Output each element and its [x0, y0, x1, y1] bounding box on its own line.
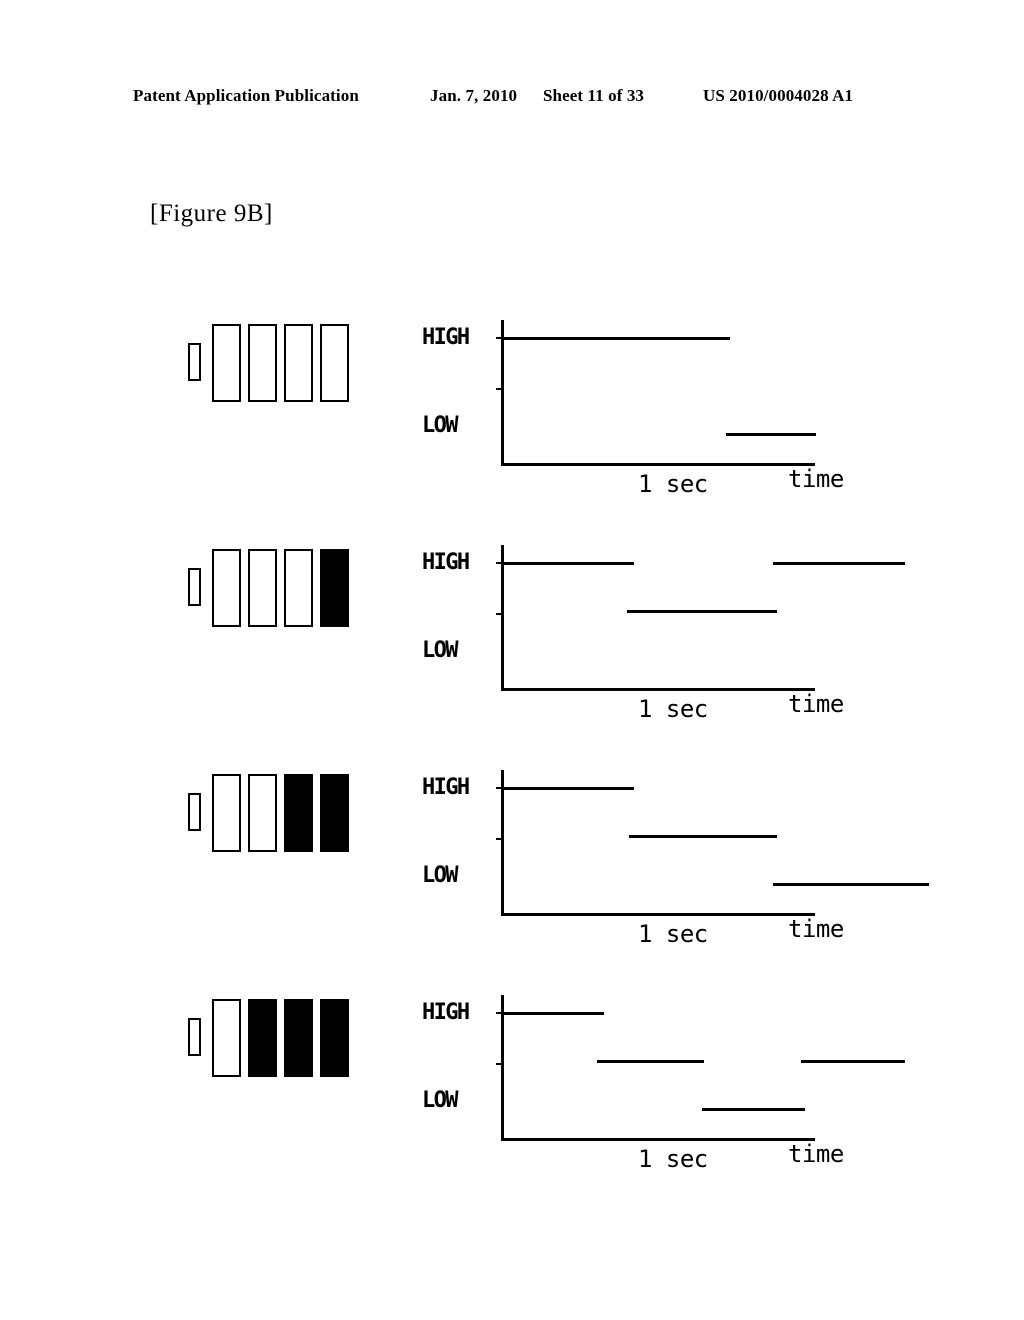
figure-panel: HIGH LOW 1 sec time: [0, 760, 1024, 985]
y-axis-tick-low: [496, 613, 504, 615]
signal-step-low: [702, 1108, 805, 1111]
x-axis-label-time: time: [788, 465, 844, 493]
y-axis: [501, 770, 504, 916]
signal-step-mid: [627, 610, 778, 613]
x-axis-label-time: time: [788, 915, 844, 943]
battery-cell-filled: [320, 774, 349, 852]
signal-step-low: [772, 883, 929, 886]
signal-step-mid: [800, 1060, 906, 1063]
x-axis-label-time: time: [788, 690, 844, 718]
y-axis: [501, 545, 504, 691]
y-axis: [501, 995, 504, 1141]
battery-terminal-icon: [188, 343, 201, 381]
y-axis: [501, 320, 504, 466]
header-date: Jan. 7, 2010: [430, 86, 518, 105]
signal-step-high: [501, 1012, 604, 1015]
y-axis-label-high: HIGH: [422, 1000, 470, 1025]
battery-cell-empty: [212, 324, 241, 402]
signal-timing-chart: HIGH LOW 1 sec time: [410, 310, 880, 510]
y-axis-label-low: LOW: [422, 1088, 459, 1113]
signal-step-mid: [597, 1060, 705, 1063]
y-axis-tick-low: [496, 388, 504, 390]
x-axis: [501, 463, 815, 466]
signal-step-high: [501, 562, 634, 565]
signal-timing-chart: HIGH LOW 1 sec time: [410, 760, 929, 960]
battery-cell-filled: [284, 999, 313, 1077]
battery-level-indicator: [185, 985, 360, 1085]
figure-panel: HIGH LOW 1 sec time: [0, 985, 1024, 1210]
signal-step-high: [501, 787, 634, 790]
x-axis-label-time: time: [788, 1140, 844, 1168]
battery-level-indicator: [185, 535, 360, 635]
x-axis: [501, 688, 815, 691]
x-axis: [501, 1138, 815, 1141]
battery-terminal-icon: [188, 1018, 201, 1056]
battery-cell-empty: [320, 324, 349, 402]
y-axis-label-high: HIGH: [422, 325, 470, 350]
battery-cell-empty: [212, 774, 241, 852]
figure-label: [Figure 9B]: [150, 200, 273, 227]
battery-cell-empty: [212, 549, 241, 627]
figure-panel: HIGH LOW 1 sec time: [0, 535, 1024, 760]
x-axis-tick-label-one-sec: 1 sec: [638, 695, 708, 723]
figure-panel: HIGH LOW 1 sec time: [0, 310, 1024, 535]
y-axis-tick-low: [496, 1063, 504, 1065]
battery-level-indicator: [185, 310, 360, 410]
battery-cell-filled: [320, 999, 349, 1077]
y-axis-label-high: HIGH: [422, 550, 470, 575]
header-publication: Patent Application Publication: [133, 86, 359, 105]
battery-cell-empty: [284, 549, 313, 627]
signal-step-mid: [629, 835, 778, 838]
battery-cell-filled: [284, 774, 313, 852]
signal-step-low: [725, 433, 816, 436]
x-axis: [501, 913, 815, 916]
x-axis-tick-label-one-sec: 1 sec: [638, 470, 708, 498]
x-axis-tick-label-one-sec: 1 sec: [638, 1145, 708, 1173]
battery-cell-empty: [248, 774, 277, 852]
battery-cell-filled: [320, 549, 349, 627]
x-axis-tick-label-one-sec: 1 sec: [638, 920, 708, 948]
signal-step-high: [772, 562, 906, 565]
battery-cell-empty: [248, 324, 277, 402]
battery-cell-empty: [212, 999, 241, 1077]
header-patent-number: US 2010/0004028 A1: [703, 86, 854, 105]
battery-cell-empty: [248, 549, 277, 627]
y-axis-label-low: LOW: [422, 863, 459, 888]
y-axis-label-high: HIGH: [422, 775, 470, 800]
battery-cell-filled: [248, 999, 277, 1077]
battery-terminal-icon: [188, 793, 201, 831]
signal-timing-chart: HIGH LOW 1 sec time: [410, 985, 906, 1185]
signal-timing-chart: HIGH LOW 1 sec time: [410, 535, 906, 735]
battery-cell-empty: [284, 324, 313, 402]
y-axis-tick-low: [496, 838, 504, 840]
y-axis-label-low: LOW: [422, 638, 459, 663]
y-axis-label-low: LOW: [422, 413, 459, 438]
signal-step-high: [501, 337, 730, 340]
page-header: Patent Application Publication Jan. 7, 2…: [0, 86, 1024, 110]
battery-terminal-icon: [188, 568, 201, 606]
header-sheet: Sheet 11 of 33: [543, 86, 645, 105]
battery-level-indicator: [185, 760, 360, 860]
